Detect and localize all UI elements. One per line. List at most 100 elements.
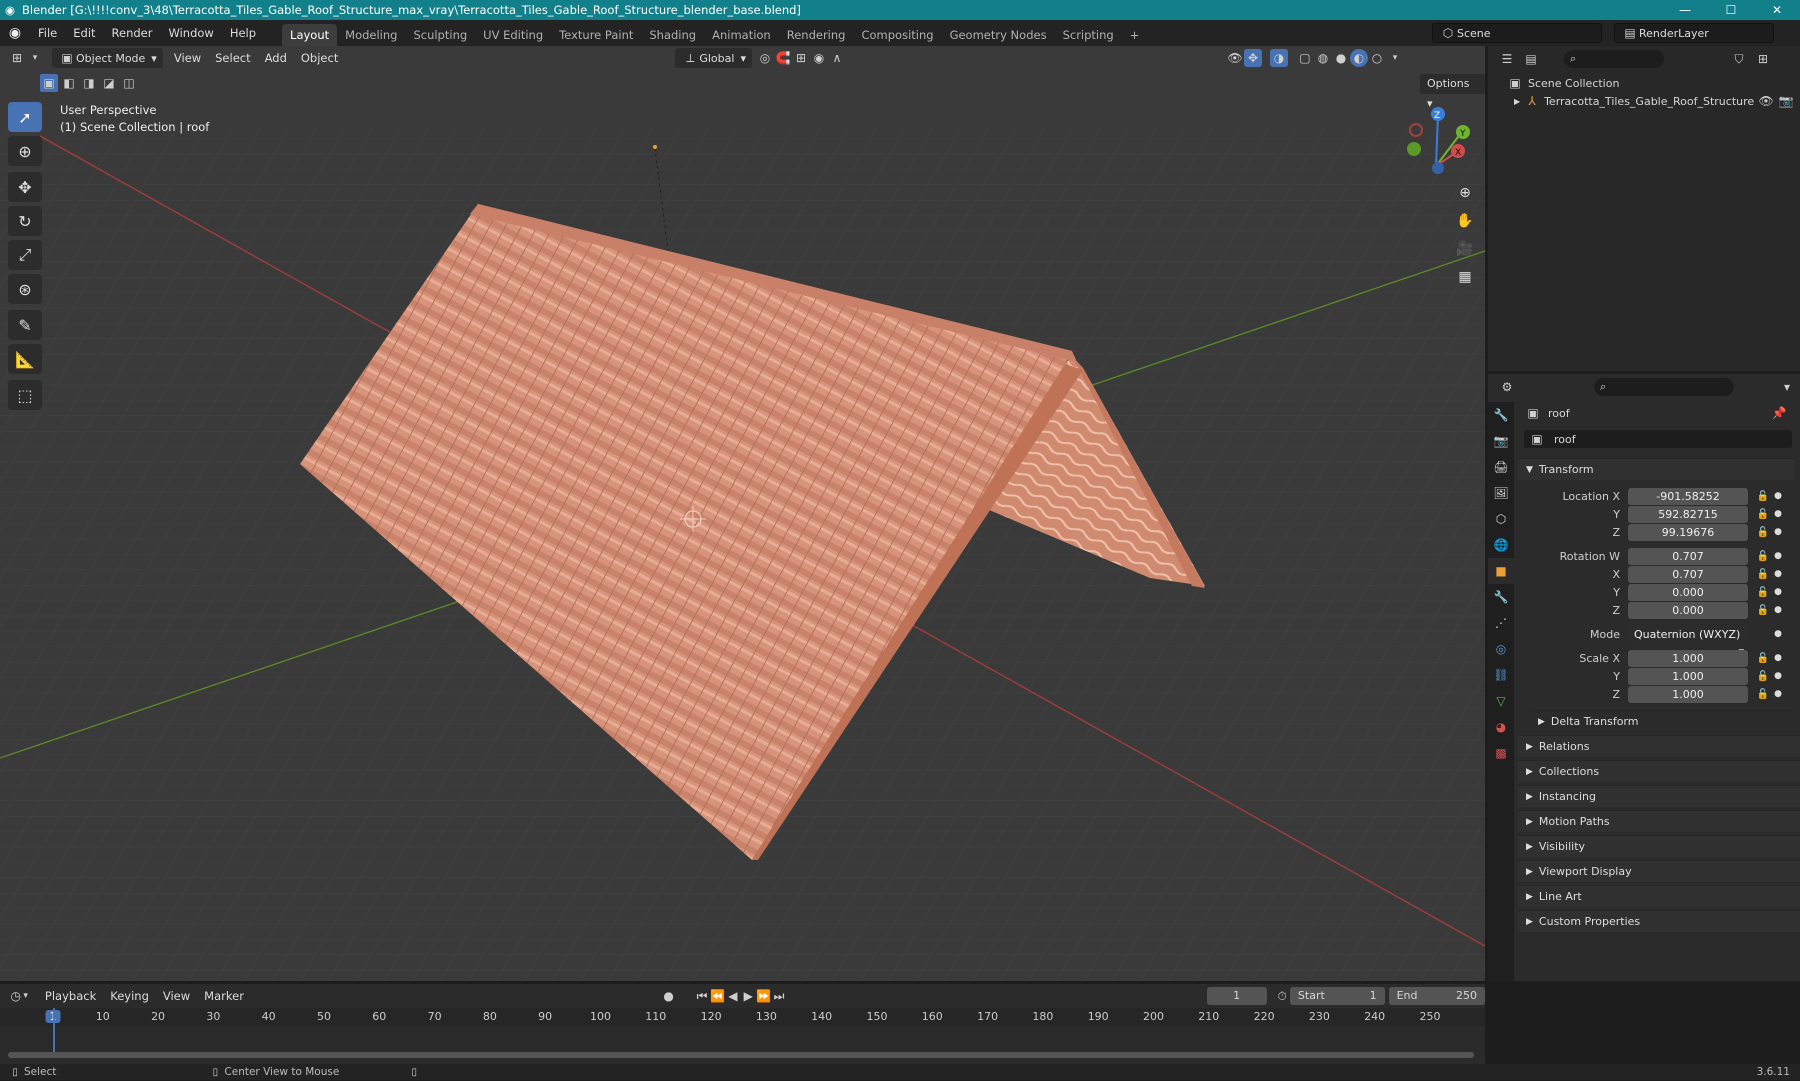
playhead[interactable]	[53, 1008, 55, 1058]
tab-compositing[interactable]: Compositing	[853, 24, 941, 46]
camera-icon[interactable]: 📷	[1778, 92, 1794, 110]
start-frame-field[interactable]: Start 1	[1289, 987, 1385, 1005]
menu-edit[interactable]: Edit	[65, 20, 103, 46]
display-mode-icon[interactable]: ▤	[1522, 50, 1540, 68]
snap-icon[interactable]: 🧲	[774, 49, 792, 67]
transform-panel-header[interactable]: ▼ Transform	[1518, 458, 1794, 480]
keyframe-dot-icon[interactable]: ●	[1772, 689, 1784, 699]
xray-toggle-icon[interactable]: ▢	[1296, 49, 1314, 67]
minimize-button[interactable]: —	[1662, 0, 1708, 20]
tab-shading[interactable]: Shading	[641, 24, 704, 46]
tab-modeling[interactable]: Modeling	[337, 24, 405, 46]
tab-uv-editing[interactable]: UV Editing	[475, 24, 551, 46]
rotation-mode-select[interactable]: Quaternion (WXYZ) ▾	[1628, 625, 1748, 658]
modifier-tab-icon[interactable]: 🔧	[1488, 584, 1514, 610]
eye-icon[interactable]: 👁	[1758, 92, 1774, 110]
material-preview-shading-icon[interactable]: ◐	[1349, 49, 1368, 67]
texture-tab-icon[interactable]: ▩	[1488, 740, 1514, 766]
scale-tool[interactable]: ⤢	[8, 240, 42, 270]
new-collection-icon[interactable]: ⊞	[1754, 50, 1772, 68]
select-invert-icon[interactable]: ◪	[100, 74, 118, 92]
falloff-icon[interactable]: ∧	[828, 49, 846, 67]
outliner-search-input[interactable]: ⌕	[1564, 50, 1664, 68]
rotation-z-field[interactable]: 0.000	[1628, 601, 1748, 619]
zoom-icon[interactable]: ⊕	[1452, 180, 1478, 206]
lock-icon[interactable]: 🔓	[1754, 569, 1772, 580]
select-box-tool[interactable]: ➚	[8, 102, 42, 132]
keyframe-dot-icon[interactable]: ●	[1772, 569, 1784, 579]
physics-tab-icon[interactable]: ◎	[1488, 636, 1514, 662]
keyframe-dot-icon[interactable]: ●	[1772, 509, 1784, 519]
rotation-x-field[interactable]: 0.707	[1628, 565, 1748, 583]
solid-shading-icon[interactable]: ●	[1332, 49, 1350, 67]
menu-file[interactable]: File	[30, 20, 65, 46]
menu-view[interactable]: View	[167, 51, 208, 65]
data-tab-icon[interactable]: ▽	[1488, 688, 1514, 714]
proportional-editing-icon[interactable]: ◉	[810, 49, 828, 67]
gizmo-neg-y[interactable]	[1407, 142, 1421, 156]
custom-properties-panel-header[interactable]: ▶ Custom Properties	[1518, 910, 1800, 932]
instancing-panel-header[interactable]: ▶ Instancing	[1518, 785, 1800, 807]
maximize-button[interactable]: ☐	[1708, 0, 1754, 20]
scale-y-field[interactable]: 1.000	[1628, 667, 1748, 685]
world-tab-icon[interactable]: 🌐	[1488, 532, 1514, 558]
tab-layout[interactable]: Layout	[282, 24, 338, 46]
scene-collection-row[interactable]: ▣ Scene Collection	[1506, 74, 1619, 92]
scene-selector[interactable]: ⬡ Scene	[1432, 23, 1602, 43]
cursor-tool[interactable]: ⊕	[8, 136, 42, 166]
select-new-icon[interactable]: ▣	[40, 74, 58, 92]
lock-icon[interactable]: 🔓	[1754, 689, 1772, 700]
clock-editor-icon[interactable]: ◷	[8, 987, 23, 1005]
lock-icon[interactable]: 🔓	[1754, 551, 1772, 562]
menu-playback[interactable]: Playback	[38, 989, 103, 1003]
lock-icon[interactable]: 🔓	[1754, 491, 1772, 502]
relations-panel-header[interactable]: ▶ Relations	[1518, 735, 1800, 757]
chevron-down-icon[interactable]: ▾	[1778, 378, 1796, 396]
constraints-tab-icon[interactable]: ⛓	[1488, 662, 1514, 688]
transform-orientation-selector[interactable]: ⟂ Global ▾	[675, 48, 752, 68]
keyframe-dot-icon[interactable]: ●	[1772, 551, 1784, 561]
select-extend-icon[interactable]: ◧	[60, 74, 78, 92]
tab-geometry-nodes[interactable]: Geometry Nodes	[942, 24, 1055, 46]
keyframe-dot-icon[interactable]: ●	[1772, 527, 1784, 537]
camera-view-icon[interactable]: 🎥	[1452, 236, 1478, 262]
tab-texture-paint[interactable]: Texture Paint	[551, 24, 641, 46]
keyframe-dot-icon[interactable]: ●	[1772, 605, 1784, 615]
lock-icon[interactable]: 🔓	[1754, 509, 1772, 520]
select-intersect-icon[interactable]: ◫	[120, 74, 138, 92]
stopwatch-icon[interactable]: ⏱	[1275, 987, 1290, 1005]
menu-keying[interactable]: Keying	[103, 989, 156, 1003]
outliner-object-row[interactable]: ▶ ⅄ Terracotta_Tiles_Gable_Roof_Structur…	[1514, 92, 1794, 110]
keyframe-dot-icon[interactable]: ●	[1772, 491, 1784, 501]
tab-scripting[interactable]: Scripting	[1055, 24, 1122, 46]
location-y-field[interactable]: 592.82715	[1628, 505, 1748, 523]
gizmo-neg-z[interactable]	[1432, 162, 1444, 174]
next-keyframe-icon[interactable]: ⏩	[756, 987, 771, 1005]
lock-icon[interactable]: 🔓	[1754, 527, 1772, 538]
end-frame-field[interactable]: End 250	[1388, 987, 1485, 1005]
tool-tab-icon[interactable]: 🔧	[1488, 402, 1514, 428]
menu-object[interactable]: Object	[294, 51, 345, 65]
menu-window[interactable]: Window	[160, 20, 221, 46]
keyframe-dot-icon[interactable]: ●	[1772, 653, 1784, 663]
outliner-editor-icon[interactable]: ☰	[1498, 50, 1516, 68]
view-layer-selector[interactable]: ▤ RenderLayer	[1614, 23, 1774, 43]
object-name-input[interactable]: ▣ roof	[1524, 430, 1792, 448]
transform-tool[interactable]: ⊛	[8, 274, 42, 304]
lock-icon[interactable]: 🔓	[1754, 653, 1772, 664]
timeline-scrollbar[interactable]	[8, 1052, 1474, 1058]
lock-icon[interactable]: 🔓	[1754, 671, 1772, 682]
keyframe-dot-icon[interactable]: ●	[1772, 671, 1784, 681]
snap-target-icon[interactable]: ⊞	[792, 49, 810, 67]
pivot-point-icon[interactable]: ◎	[756, 49, 774, 67]
editor-type-icon[interactable]: ⊞	[8, 49, 26, 67]
rotation-w-field[interactable]: 0.707	[1628, 547, 1748, 565]
gizmo-toggle-icon[interactable]: ✥	[1243, 49, 1262, 67]
expand-arrow-icon[interactable]: ▶	[1514, 97, 1520, 106]
rendered-shading-icon[interactable]: ○	[1368, 49, 1386, 67]
object-tab-icon[interactable]: ■	[1488, 558, 1514, 584]
lock-icon[interactable]: 🔓	[1754, 587, 1772, 598]
menu-marker[interactable]: Marker	[197, 989, 251, 1003]
tab-animation[interactable]: Animation	[704, 24, 779, 46]
jump-end-icon[interactable]: ⏭	[771, 987, 786, 1005]
